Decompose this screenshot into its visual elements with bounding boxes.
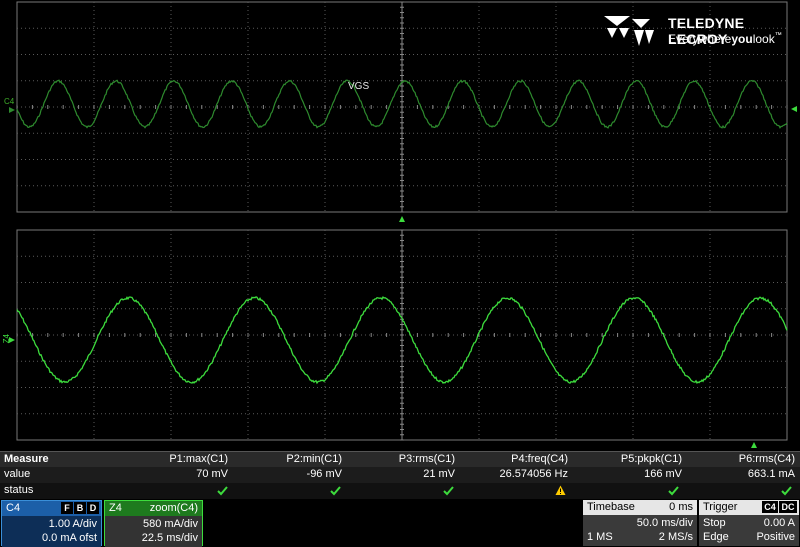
trigger-mode: Stop (703, 517, 726, 529)
brand-logo: TELEDYNE LECROY Everywhereyoulook™ (602, 14, 792, 50)
timebase-label: Timebase (587, 501, 635, 513)
param-name[interactable]: P5:pkpk(C1) (572, 453, 682, 465)
c4-flags: FBD (60, 502, 99, 514)
trigger-slope: Positive (756, 531, 795, 543)
measure-status-row: status (0, 483, 800, 499)
c4-box-body: 1.00 A/div 0.0 mA ofst (2, 516, 101, 547)
status-ok-icon (330, 486, 341, 496)
measure-title[interactable]: Measure (4, 453, 49, 465)
status-ok-icon (668, 486, 679, 496)
z4-scale: 580 mA/div (142, 518, 198, 530)
timebase-rate: 2 MS/s (658, 531, 693, 543)
param-value: 26.574056 Hz (499, 468, 569, 480)
trigger-tags: C4 DC (761, 501, 797, 513)
status-warning-icon (555, 485, 566, 495)
param-value: 663.1 mA (747, 468, 795, 480)
timebase-header: Timebase 0 ms (583, 500, 697, 515)
trigger-level: 0.00 A (763, 517, 795, 529)
z4-box-label: Z4 (109, 502, 122, 514)
z4-box-body: 580 mA/div 22.5 ms/div (105, 516, 202, 547)
z4-descriptor-box[interactable]: Z4 zoom(C4) 580 mA/div 22.5 ms/div (104, 500, 203, 547)
trigger-header: Trigger C4 DC (699, 500, 799, 515)
brand-tagline: Everywhereyoulook™ (668, 32, 782, 46)
trigger-source: C4 (762, 501, 778, 513)
param-name[interactable]: P3:rms(C1) (345, 453, 455, 465)
status-ok-icon (217, 486, 228, 496)
trigger-coupling: DC (779, 501, 797, 513)
c4-box-label: C4 (6, 502, 21, 514)
zoom-position-marker[interactable] (751, 442, 757, 448)
param-name[interactable]: P2:min(C1) (232, 453, 342, 465)
measure-value-row: value 70 mV -96 mV 21 mV 26.574056 Hz 16… (0, 467, 800, 483)
trigger-body: Stop 0.00 A Edge Positive (699, 515, 799, 546)
value-row-label: value (4, 468, 31, 480)
param-value: 21 mV (423, 468, 455, 480)
timebase-body: 50.0 ms/div 1 MS 2 MS/s (583, 515, 697, 546)
measure-header-row: Measure P1:max(C1) P2:min(C1) P3:rms(C1)… (0, 451, 800, 468)
c4-offset: 0.0 mA ofst (41, 532, 97, 544)
c4-trigger-level-marker[interactable] (791, 106, 797, 112)
param-value: 70 mV (196, 468, 228, 480)
param-value: 166 mV (644, 468, 682, 480)
timebase-delay: 0 ms (669, 501, 693, 513)
trigger-position-marker[interactable] (399, 216, 405, 222)
channel-label-c4: C4 (4, 97, 15, 106)
trigger-box[interactable]: Trigger C4 DC Stop 0.00 A Edge Positive (699, 500, 799, 546)
trigger-label: Trigger (703, 501, 738, 513)
flag-d: D (87, 502, 99, 514)
param-name[interactable]: P1:max(C1) (118, 453, 228, 465)
c4-offset-marker-left[interactable] (9, 107, 15, 113)
status-ok-icon (781, 486, 792, 496)
timebase-box[interactable]: Timebase 0 ms 50.0 ms/div 1 MS 2 MS/s (583, 500, 697, 546)
c4-box-header: C4 FBD (2, 501, 101, 516)
timebase-tdiv: 50.0 ms/div (636, 517, 693, 529)
z4-box-header: Z4 zoom(C4) (105, 501, 202, 516)
status-row-label: status (4, 484, 34, 496)
flag-f: F (61, 502, 73, 514)
param-name[interactable]: P6:rms(C4) (685, 453, 795, 465)
z4-time: 22.5 ms/div (141, 532, 198, 544)
trigger-type: Edge (703, 531, 729, 543)
c4-descriptor-box[interactable]: C4 FBD 1.00 A/div 0.0 mA ofst (1, 500, 102, 547)
z4-source: zoom(C4) (149, 502, 198, 514)
status-ok-icon (443, 486, 454, 496)
flag-b: B (74, 502, 86, 514)
c4-scale: 1.00 A/div (48, 518, 97, 530)
channel-label-z4: Z4 (2, 334, 11, 344)
param-value: -96 mV (306, 468, 342, 480)
param-name[interactable]: P4:freq(C4) (458, 453, 568, 465)
timebase-points: 1 MS (587, 531, 613, 543)
measure-table: Measure P1:max(C1) P2:min(C1) P3:rms(C1)… (0, 451, 800, 499)
bottom-grid (16, 229, 788, 441)
trace-label-vgs: VGS (348, 81, 370, 92)
